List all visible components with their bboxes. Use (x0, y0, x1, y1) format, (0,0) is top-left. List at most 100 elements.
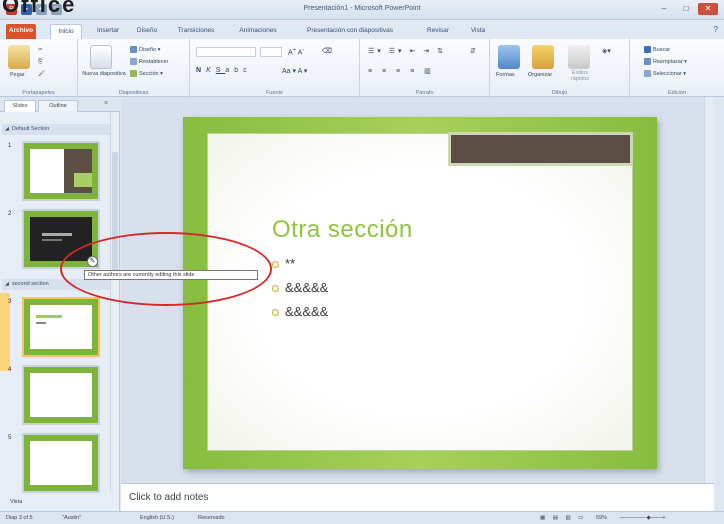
group-editing: Buscar Reemplazar ▾ Seleccionar ▾ Edició… (630, 39, 724, 97)
tab-view[interactable]: Vista (462, 24, 494, 39)
text-direction-icon[interactable]: ⇵ (470, 47, 476, 55)
cut-icon[interactable]: ✂ (38, 47, 43, 53)
bullets-icon[interactable]: ☰▾ ☰▾ ⇤ ⇥ ⇅ (368, 47, 446, 55)
language-indicator[interactable]: English (U.S.) (140, 515, 174, 521)
tab-home[interactable]: Inicio (50, 24, 82, 39)
font-color-icon[interactable]: Aa ▾ A ▾ (282, 67, 307, 75)
coauthor-lock-icon[interactable]: ✎ (87, 256, 98, 267)
select-label: Seleccionar (653, 70, 682, 77)
zoom-level[interactable]: 59% (596, 515, 607, 521)
view-buttons[interactable]: ▦ ▤ ▥ ▭ (540, 515, 586, 521)
paste-icon[interactable] (8, 45, 30, 69)
group-label-slides: Diapositivas (118, 90, 149, 96)
status-bar: Diap 3 of 5 "Austin" English (U.S.) Rese… (0, 511, 724, 524)
thumbnail-graphic (74, 173, 92, 187)
zoom-slider[interactable]: –──────◆───+ (620, 515, 666, 521)
format-painter-icon[interactable]: 🖌 (38, 71, 45, 77)
font-name-dropdown[interactable] (196, 47, 256, 57)
close-panel-icon[interactable]: × (104, 100, 108, 107)
shape-fill-icon[interactable]: ◈▾ (602, 47, 611, 55)
tab-outline[interactable]: Outline (38, 100, 78, 112)
thumbnail-title-line (36, 315, 62, 318)
thumbnail-canvas (30, 149, 92, 193)
font-style-buttons[interactable]: NKSabc (196, 67, 252, 74)
new-slide-button[interactable]: Nueva diapositiva (82, 71, 126, 77)
mode-indicator: Reservado (198, 515, 225, 521)
slide-number: 1 (8, 143, 12, 149)
tab-animations[interactable]: Animaciones (230, 24, 286, 39)
ribbon: Pegar ✂ ⎘ 🖌 Portapapeles Nueva diapositi… (0, 39, 724, 97)
group-font: A+ A- ⌫ NKSabc Aa ▾ A ▾ Fuente (190, 39, 360, 97)
reset-button[interactable]: Restablecer (130, 58, 168, 65)
quick-styles-label[interactable]: Estilos rápidos (564, 70, 596, 82)
ribbon-tabs: Archivo Inicio Insertar Diseño Transicio… (0, 20, 724, 39)
tab-transitions[interactable]: Transiciones (168, 24, 224, 39)
workspace-scrollbar[interactable] (704, 97, 714, 483)
slide-thumbnail-3[interactable] (22, 297, 100, 357)
replace-button[interactable]: Reemplazar ▾ (644, 58, 687, 65)
thumbnail-text-line (36, 322, 46, 324)
slides-panel-tabs: Slides Outline × (0, 97, 120, 112)
clear-format-icon[interactable]: ⌫ (322, 47, 332, 55)
slide-header-bar (448, 132, 633, 166)
copy-icon[interactable]: ⎘ (38, 59, 42, 66)
title-bar: P ▪ ↶ ↷ Presentación1 - Microsoft PowerP… (0, 0, 724, 20)
reset-icon (130, 58, 137, 65)
shapes-label[interactable]: Formas (496, 72, 515, 78)
tab-review[interactable]: Revisar (420, 24, 456, 39)
new-slide-icon[interactable] (90, 45, 112, 69)
thumbnail-canvas (30, 373, 92, 417)
replace-label: Reemplazar (653, 58, 683, 65)
notes-pane[interactable]: Click to add notes (121, 483, 714, 511)
slide-thumbnail-4[interactable] (22, 365, 100, 425)
shapes-icon[interactable] (498, 45, 520, 69)
group-label-font: Fuente (265, 90, 284, 96)
group-label-drawing: Dibujo (551, 90, 568, 96)
group-label-editing: Edición (667, 90, 687, 96)
align-icon[interactable]: ≡ ≡ ≡ ≡ ▥ (368, 67, 435, 75)
slide-bullet[interactable]: ** (272, 256, 295, 271)
slide-bullet[interactable]: &&&&& (272, 304, 328, 319)
grow-font-icon[interactable]: A+ A- (288, 47, 304, 56)
layout-icon (130, 46, 137, 53)
find-icon (644, 46, 651, 53)
slide-title[interactable]: Otra sección (272, 216, 413, 244)
section-label: Sección (139, 70, 159, 77)
font-size-dropdown[interactable] (260, 47, 282, 57)
slide-number: 4 (8, 367, 12, 373)
maximize-icon[interactable]: □ (676, 3, 696, 15)
slide-thumbnail-5[interactable] (22, 433, 100, 493)
current-slide[interactable]: Otra sección ** &&&&& &&&&& (183, 117, 657, 469)
slide-thumbnail-1[interactable] (22, 141, 100, 201)
tab-insert[interactable]: Insertar (90, 24, 126, 39)
powerpoint-window: P ▪ ↶ ↷ Presentación1 - Microsoft PowerP… (0, 0, 724, 524)
layout-label: Diseño (139, 46, 157, 53)
replace-icon (644, 58, 651, 65)
slide-content-area: Otra sección ** &&&&& &&&&& (207, 132, 633, 451)
tab-design[interactable]: Diseño (130, 24, 164, 39)
select-button[interactable]: Seleccionar ▾ (644, 70, 686, 77)
red-annotation-ellipse (60, 232, 272, 306)
help-icon[interactable]: ? (714, 25, 718, 34)
section-button[interactable]: Sección ▾ (130, 70, 163, 77)
section-header-default[interactable]: Default Section (2, 124, 114, 135)
slide-number: 5 (8, 435, 12, 441)
arrange-label[interactable]: Organizar (528, 72, 552, 78)
minimize-icon[interactable]: – (654, 3, 674, 15)
paste-label[interactable]: Pegar (10, 72, 25, 78)
group-label-clipboard: Portapapeles (22, 90, 55, 96)
section-header-bottom[interactable]: Vista (0, 493, 120, 511)
quick-styles-icon[interactable] (568, 45, 590, 69)
tab-file[interactable]: Archivo (6, 24, 36, 39)
group-label-paragraph: Párrafo (415, 90, 434, 96)
slide-bullet[interactable]: &&&&& (272, 280, 328, 295)
find-button[interactable]: Buscar (644, 46, 670, 53)
group-clipboard: Pegar ✂ ⎘ 🖌 Portapapeles (0, 39, 78, 97)
arrange-icon[interactable] (532, 45, 554, 69)
tab-slideshow[interactable]: Presentación con diapositivas (292, 24, 408, 39)
close-icon[interactable]: ✕ (698, 3, 718, 15)
section-icon (130, 70, 137, 77)
layout-button[interactable]: Diseño ▾ (130, 46, 160, 53)
thumbnail-text-line (42, 239, 62, 241)
tab-slides[interactable]: Slides (4, 100, 36, 112)
